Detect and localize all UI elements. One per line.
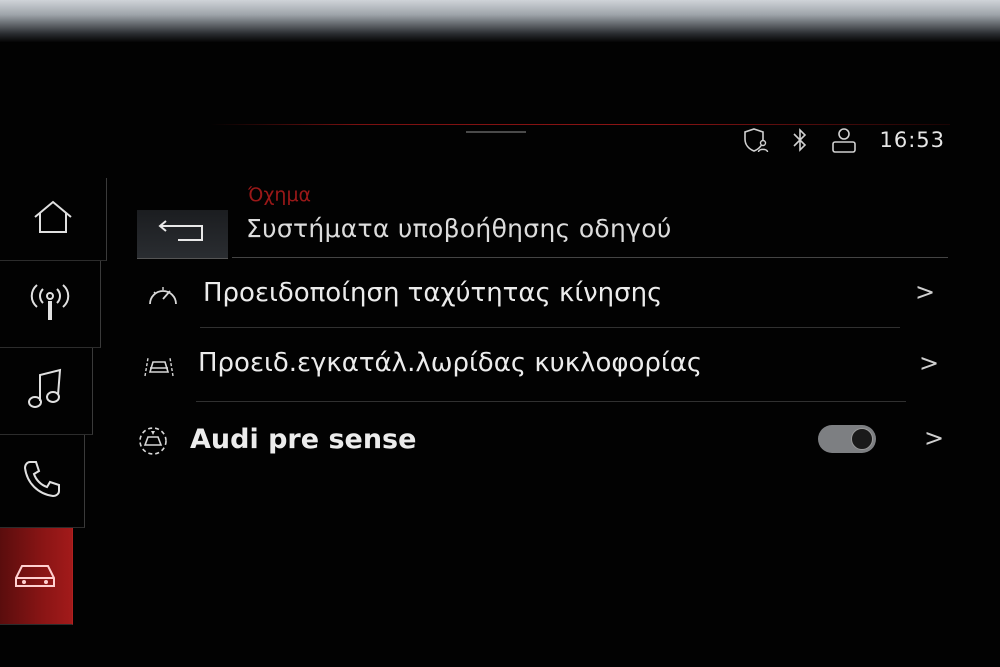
clock: 16:53: [879, 128, 945, 152]
row-divider: [200, 327, 900, 328]
status-bar: 16:53: [729, 122, 945, 158]
radio-icon: [28, 282, 72, 326]
pull-down-handle[interactable]: [466, 131, 526, 133]
pre-sense-icon: [136, 426, 170, 456]
back-button[interactable]: [137, 210, 228, 259]
chevron-right-icon: >: [924, 424, 945, 452]
chevron-right-icon: >: [919, 349, 940, 377]
screen-bezel: [0, 0, 1000, 42]
toggle-knob: [851, 428, 873, 450]
list-item-speed-warning[interactable]: Προειδοποίηση ταχύτητας κίνησης >: [140, 268, 940, 324]
list-item-lane-departure[interactable]: Προειδ.εγκατάλ.λωρίδας κυκλοφορίας >: [136, 336, 946, 394]
list-item-label: Audi pre sense: [190, 424, 417, 455]
pre-sense-toggle[interactable]: [818, 425, 876, 453]
page-title: Συστήματα υποβοήθησης οδηγού: [246, 214, 672, 243]
phone-icon: [22, 459, 62, 503]
header-divider: [232, 257, 948, 258]
car-icon: [14, 558, 58, 594]
home-icon: [32, 199, 74, 239]
sidebar-item-phone[interactable]: [0, 435, 85, 528]
back-arrow-icon: [156, 219, 210, 249]
sidebar-item-media[interactable]: [0, 348, 93, 435]
row-divider: [196, 401, 906, 402]
speedometer-icon: [146, 280, 180, 310]
user-profile-icon[interactable]: [827, 125, 861, 155]
sidebar-item-home[interactable]: [0, 178, 107, 261]
lane-departure-icon: [142, 354, 176, 378]
infotainment-screen: 16:53 Όχημα Συστήματα υποβοήθησης οδηγού…: [0, 0, 1000, 667]
sidebar: [0, 178, 108, 638]
chevron-right-icon: >: [915, 278, 936, 306]
music-icon: [26, 367, 66, 415]
list-item-label: Προειδ.εγκατάλ.λωρίδας κυκλοφορίας: [198, 348, 703, 378]
sidebar-item-vehicle[interactable]: [0, 528, 73, 625]
breadcrumb: Όχημα: [248, 184, 312, 206]
list-item-label: Προειδοποίηση ταχύτητας κίνησης: [203, 278, 663, 308]
shield-user-icon: [739, 125, 773, 155]
bluetooth-icon: [783, 125, 817, 155]
sidebar-item-radio[interactable]: [0, 261, 101, 348]
